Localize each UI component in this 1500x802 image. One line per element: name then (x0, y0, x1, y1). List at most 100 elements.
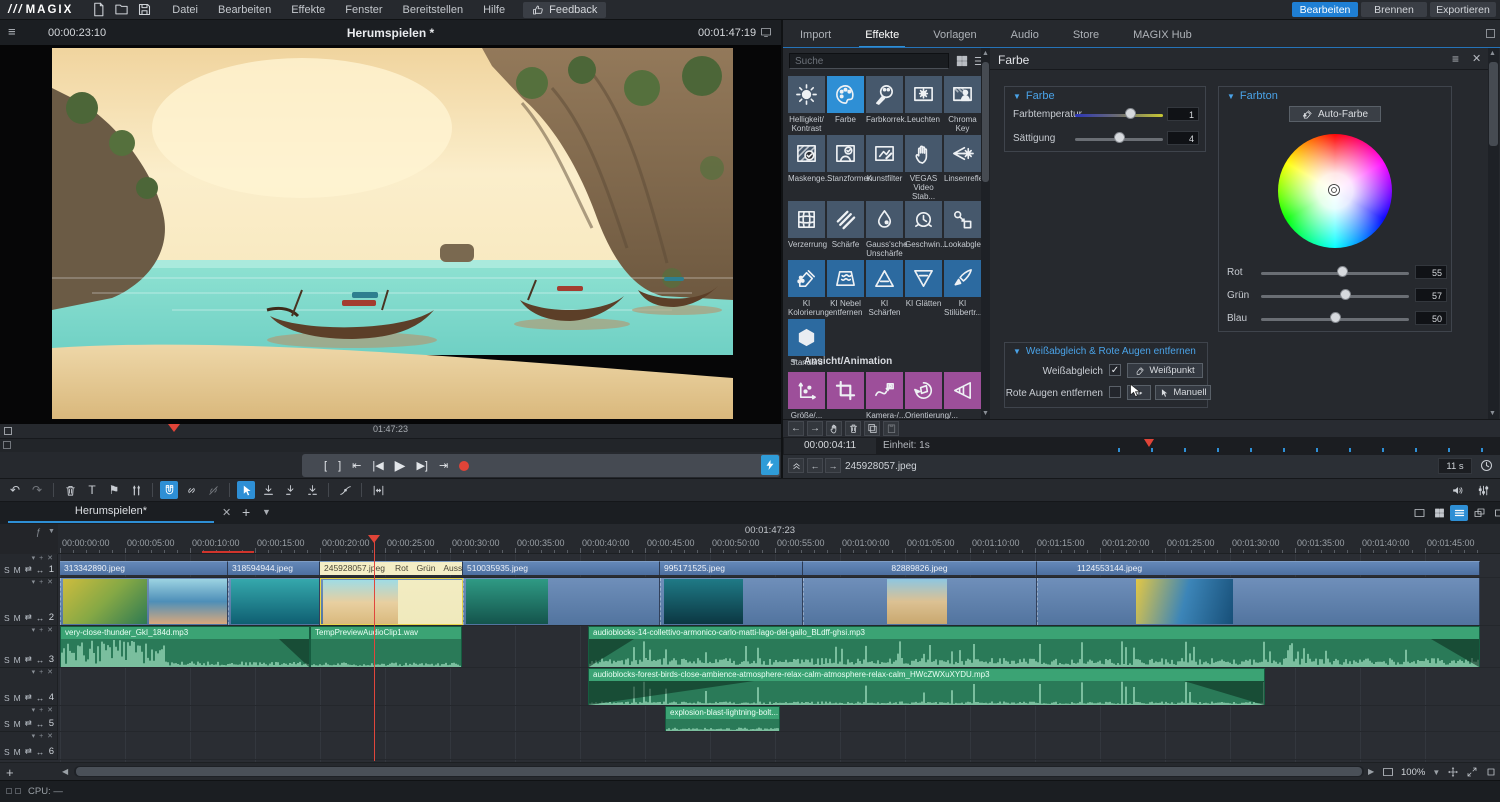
audio-clip[interactable]: TempPreviewAudioClip1.wav (310, 626, 462, 668)
scroll-left-icon[interactable]: ◀ (62, 767, 68, 776)
copy-keyframe-button[interactable] (864, 421, 880, 436)
expand-icon[interactable] (1466, 766, 1478, 778)
view-multicam-button[interactable] (1470, 505, 1488, 521)
video-clip[interactable] (660, 578, 803, 625)
clip-title-bar[interactable]: 995171525.jpeg (660, 561, 803, 575)
effect-tile-crop[interactable] (827, 372, 864, 419)
zoom-level[interactable]: 100% (1401, 767, 1425, 778)
rot-slider-track[interactable] (1261, 272, 1409, 275)
zoom-dropdown-icon[interactable]: ▼ (1432, 768, 1440, 777)
undo-button[interactable]: ↶ (6, 481, 24, 499)
clip-title-bar[interactable]: 510035935.jpeg (463, 561, 660, 575)
clip-title-bar[interactable]: 82889826.jpeg (803, 561, 1037, 575)
mode-button-exportieren[interactable]: Exportieren (1430, 2, 1496, 17)
effect-tile-viewcone[interactable] (944, 372, 981, 419)
effect-tile-stamp[interactable]: Stanzformen (827, 135, 864, 201)
audio-clip[interactable]: audioblocks-forest-birds-close-ambience-… (588, 668, 1265, 706)
effect-editor-menu-icon[interactable]: ≡ (1452, 52, 1459, 66)
timeline-ruler[interactable]: ƒ ▼ 00:01:47:23 00:00:00:0000:00:05:0000… (0, 524, 1500, 554)
marker-button[interactable]: ⚑ (105, 481, 123, 499)
preview-render-button[interactable] (761, 455, 779, 475)
record-button[interactable] (459, 461, 469, 471)
sättigung-slider-thumb[interactable] (1114, 132, 1125, 143)
track-mini-buttons[interactable]: ▾ + ✕ (32, 706, 54, 714)
feedback-button[interactable]: Feedback (523, 2, 606, 18)
menu-item[interactable]: Bearbeiten (218, 4, 271, 16)
resize-track-icon[interactable]: ↔ (36, 693, 45, 703)
video-preview-area[interactable] (0, 45, 781, 424)
farbtemperatur-slider-track[interactable] (1075, 114, 1163, 117)
delete-keyframe-button[interactable] (845, 421, 861, 436)
effect-tile-artfilter[interactable]: Kunstfilter (866, 135, 903, 201)
video-clip[interactable] (803, 578, 1037, 625)
mute-button[interactable]: M (14, 693, 21, 703)
unlink-objects-button[interactable] (204, 481, 222, 499)
effect-tile-speed[interactable]: Geschwin... (905, 201, 942, 260)
auto-farbe-button[interactable]: Auto-Farbe (1289, 106, 1381, 122)
farbtemperatur-slider-thumb[interactable] (1125, 108, 1136, 119)
animation-section-header[interactable]: ▼Ansicht/Animation (790, 356, 892, 367)
scroll-up-icon[interactable]: ▲ (1488, 50, 1497, 57)
swap-track-icon[interactable]: ⇄ (25, 718, 32, 729)
mouse-mode-single-button[interactable] (259, 481, 277, 499)
audio-clip[interactable]: audioblocks-14-collettivo-armonico-carlo… (588, 626, 1480, 668)
track-header-1[interactable]: ▾ + ✕SM⇄↔1 (0, 554, 58, 578)
effect-tile-hand[interactable]: VEGAS Video Stab... (905, 135, 942, 201)
pan-icon[interactable] (1447, 766, 1459, 778)
weisspunkt-button[interactable]: Weißpunkt (1127, 363, 1203, 378)
menu-item[interactable]: Bereitstellen (403, 4, 464, 16)
solo-button[interactable]: S (4, 693, 10, 703)
track-mini-buttons[interactable]: ▾ + ✕ (32, 554, 54, 562)
video-clip[interactable] (60, 578, 228, 625)
track-header-3[interactable]: ▾ + ✕SM⇄↔3 (0, 626, 58, 668)
menu-item[interactable]: Hilfe (483, 4, 505, 16)
mute-button[interactable]: M (14, 613, 21, 623)
jump-end-button[interactable]: ⇥ (439, 459, 448, 472)
view-detail-button[interactable] (1489, 505, 1500, 521)
clip-title-bar[interactable]: 245928057.jpegRot Grün Ausschnitt We... (320, 561, 463, 575)
previous-frame-button[interactable]: |◀ (372, 459, 383, 472)
paste-keyframe-button[interactable] (883, 421, 899, 436)
menu-item[interactable]: Effekte (291, 4, 325, 16)
scroll-down-icon[interactable]: ▼ (981, 410, 990, 417)
scroll-right-icon[interactable]: ▶ (1368, 767, 1374, 776)
scrollbar-thumb[interactable] (982, 62, 989, 182)
view-monitor-button[interactable] (1410, 505, 1428, 521)
substrip-handle-icon[interactable] (3, 441, 11, 449)
effect-tile-sharpen[interactable]: Schärfe (827, 201, 864, 260)
effect-tile-sun[interactable]: Helligkeit/ Kontrast (788, 76, 825, 135)
undock-panel-icon[interactable] (1486, 29, 1495, 38)
link-objects-button[interactable] (182, 481, 200, 499)
solo-button[interactable]: S (4, 565, 10, 575)
effect-tile-triup[interactable]: KI Schärfen (866, 260, 903, 319)
horizontal-scrollbar-thumb[interactable] (76, 767, 1362, 776)
solo-button[interactable]: S (4, 655, 10, 665)
track-mini-buttons[interactable]: ▾ + ✕ (32, 668, 54, 676)
swap-track-icon[interactable]: ⇄ (25, 654, 32, 665)
keyframe-playhead[interactable] (1144, 439, 1154, 447)
track-dropdown-icon[interactable]: ▼ (48, 528, 55, 535)
tab-import[interactable]: Import (790, 26, 841, 48)
resize-track-icon[interactable]: ↔ (36, 747, 45, 757)
tab-store[interactable]: Store (1063, 26, 1109, 48)
delete-button[interactable] (61, 481, 79, 499)
collapse-object-icon[interactable] (788, 458, 804, 473)
open-project-icon[interactable] (114, 2, 129, 17)
previous-object-button[interactable]: ← (807, 458, 823, 473)
video-clip[interactable] (1037, 578, 1480, 625)
track-mini-buttons[interactable]: ▾ + ✕ (32, 626, 54, 634)
fullscreen-monitor-icon[interactable] (760, 26, 772, 38)
menu-item[interactable]: Datei (172, 4, 198, 16)
project-tab[interactable]: Herumspielen* (8, 505, 214, 517)
next-keyframe-button[interactable]: → (807, 421, 823, 436)
clip-title-bar[interactable]: 1124553144.jpeg (1037, 561, 1480, 575)
swap-track-icon[interactable]: ⇄ (25, 692, 32, 703)
scroll-up-icon[interactable]: ▲ (981, 50, 990, 57)
menu-item[interactable]: Fenster (345, 4, 382, 16)
scrubber-playhead[interactable] (168, 424, 180, 432)
swap-track-icon[interactable]: ⇄ (25, 746, 32, 757)
grün-value[interactable]: 57 (1415, 288, 1447, 302)
add-track-button[interactable]: + (6, 765, 14, 780)
mouse-mode-standard-button[interactable] (237, 481, 255, 499)
tab-vorlagen[interactable]: Vorlagen (923, 26, 986, 48)
